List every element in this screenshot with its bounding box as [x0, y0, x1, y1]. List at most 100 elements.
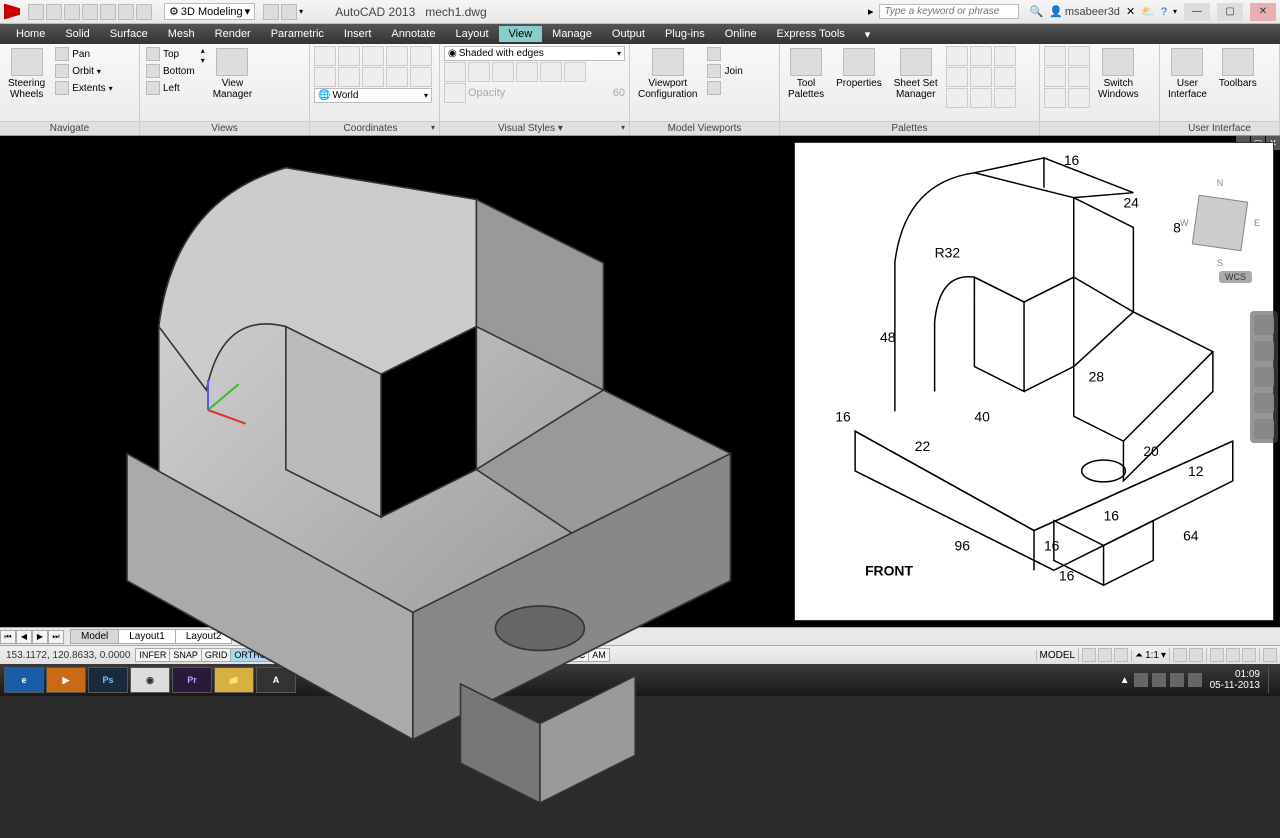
nav-orbit-icon[interactable] [1254, 393, 1274, 413]
opacity-icon[interactable] [444, 83, 466, 103]
vp-join-button[interactable]: Join [705, 63, 744, 79]
qat-save-icon[interactable] [64, 4, 80, 20]
extents-button[interactable]: Extents▾ [53, 80, 114, 96]
tab-manage[interactable]: Manage [542, 26, 602, 42]
user-account[interactable]: 👤msabeer3d [1049, 5, 1120, 18]
tab-mesh[interactable]: Mesh [158, 26, 205, 42]
orbit-button[interactable]: Orbit▾ [53, 63, 114, 79]
sb6-icon[interactable] [1210, 648, 1224, 662]
search-icon[interactable]: 🔍 [1029, 5, 1043, 18]
tab-solid[interactable]: Solid [55, 26, 99, 42]
ucs3-icon[interactable] [362, 46, 384, 66]
ucs-world-select[interactable]: 🌐World▾ [314, 88, 432, 103]
close-button[interactable]: ✕ [1250, 3, 1276, 21]
nav-wheel-icon[interactable] [1254, 315, 1274, 335]
p2-icon[interactable] [970, 46, 992, 66]
sb7-icon[interactable] [1226, 648, 1240, 662]
cloud-icon[interactable]: ⛅ [1141, 5, 1155, 18]
tab-expresstools[interactable]: Express Tools [767, 26, 855, 42]
maximize-button[interactable]: ▢ [1217, 3, 1243, 21]
qat-plot-icon[interactable] [100, 4, 116, 20]
workspace-selector[interactable]: ⚙ 3D Modeling ▾ [164, 3, 255, 20]
w1-icon[interactable] [1044, 46, 1066, 66]
vp-restore-button[interactable] [705, 80, 744, 96]
sb4-icon[interactable] [1173, 648, 1187, 662]
ucs5-icon[interactable] [410, 46, 432, 66]
tab-surface[interactable]: Surface [100, 26, 158, 42]
qat-new-icon[interactable] [28, 4, 44, 20]
tab-layout[interactable]: Layout [445, 26, 498, 42]
app-logo-icon[interactable] [4, 4, 20, 20]
tray-battery-icon[interactable] [1188, 673, 1202, 687]
vs5-icon[interactable] [540, 62, 562, 82]
drawing-area[interactable]: [–][SE Isometric][Shaded with edges] — ▢… [0, 136, 1280, 627]
pan-button[interactable]: Pan [53, 46, 114, 62]
nav-showmotion-icon[interactable] [1254, 419, 1274, 439]
qat-saveas-icon[interactable] [82, 4, 98, 20]
sheet-set-button[interactable]: Sheet Set Manager [890, 46, 942, 102]
view-top-button[interactable]: Top [144, 46, 197, 62]
tab-overflow-icon[interactable]: ▾ [855, 26, 881, 43]
nav-zoom-icon[interactable] [1254, 367, 1274, 387]
sb8-icon[interactable] [1242, 648, 1256, 662]
sb9-icon[interactable] [1263, 648, 1277, 662]
sb3-icon[interactable] [1114, 648, 1128, 662]
ucs7-icon[interactable] [338, 67, 360, 87]
tab-online[interactable]: Online [715, 26, 767, 42]
w3-icon[interactable] [1044, 67, 1066, 87]
properties-button[interactable]: Properties [832, 46, 886, 91]
show-desktop-button[interactable] [1268, 667, 1276, 693]
tray-network-icon[interactable] [1152, 673, 1166, 687]
view-bottom-button[interactable]: Bottom [144, 63, 197, 79]
viewcube[interactable]: N W E S [1180, 178, 1260, 258]
tray-volume-icon[interactable] [1170, 673, 1184, 687]
vs6-icon[interactable] [564, 62, 586, 82]
qat-undo-icon[interactable] [118, 4, 134, 20]
qat-extra1-icon[interactable] [263, 4, 279, 20]
vp-named-button[interactable] [705, 46, 744, 62]
ucs8-icon[interactable] [362, 67, 384, 87]
viewport-config-button[interactable]: Viewport Configuration [634, 46, 701, 102]
p1-icon[interactable] [946, 46, 968, 66]
sb2-icon[interactable] [1098, 648, 1112, 662]
ucs4-icon[interactable] [386, 46, 408, 66]
tab-parametric[interactable]: Parametric [261, 26, 334, 42]
ucs6-icon[interactable] [314, 67, 336, 87]
chevron-down-icon[interactable]: ▾ [1173, 7, 1177, 16]
view-left-button[interactable]: Left [144, 80, 197, 96]
sb5-icon[interactable] [1189, 648, 1203, 662]
minimize-button[interactable]: — [1184, 3, 1210, 21]
nav-pan-icon[interactable] [1254, 341, 1274, 361]
w4-icon[interactable] [1068, 67, 1090, 87]
ucs-icon[interactable] [314, 46, 336, 66]
vs1-icon[interactable] [444, 62, 466, 82]
model-space-button[interactable]: MODEL [1036, 650, 1079, 661]
p8-icon[interactable] [970, 88, 992, 108]
help-icon[interactable]: ? [1161, 6, 1167, 18]
viewport-3d[interactable] [0, 136, 794, 627]
viewcube-cube-icon[interactable] [1192, 195, 1248, 251]
tray-up-icon[interactable]: ▲ [1120, 675, 1130, 686]
tab-plugins[interactable]: Plug-ins [655, 26, 715, 42]
tool-palettes-button[interactable]: Tool Palettes [784, 46, 828, 102]
vs2-icon[interactable] [468, 62, 490, 82]
tab-insert[interactable]: Insert [334, 26, 382, 42]
wcs-badge[interactable]: WCS [1219, 271, 1252, 283]
p3-icon[interactable] [994, 46, 1016, 66]
visual-style-select[interactable]: ◉Shaded with edges▾ [444, 46, 625, 61]
p6-icon[interactable] [994, 67, 1016, 87]
taskbar-clock[interactable]: 01:0905-11-2013 [1204, 669, 1266, 691]
switch-windows-button[interactable]: Switch Windows [1094, 46, 1143, 102]
user-interface-button[interactable]: User Interface [1164, 46, 1211, 102]
w2-icon[interactable] [1068, 46, 1090, 66]
p9-icon[interactable] [994, 88, 1016, 108]
vs3-icon[interactable] [492, 62, 514, 82]
p4-icon[interactable] [946, 67, 968, 87]
chevron-down-icon[interactable]: ▾ [299, 7, 303, 16]
tray-flag-icon[interactable] [1134, 673, 1148, 687]
view-manager-button[interactable]: View Manager [209, 46, 256, 102]
qat-extra2-icon[interactable] [281, 4, 297, 20]
ucs9-icon[interactable] [386, 67, 408, 87]
expand-icon[interactable]: ▾ [621, 123, 625, 132]
p7-icon[interactable] [946, 88, 968, 108]
